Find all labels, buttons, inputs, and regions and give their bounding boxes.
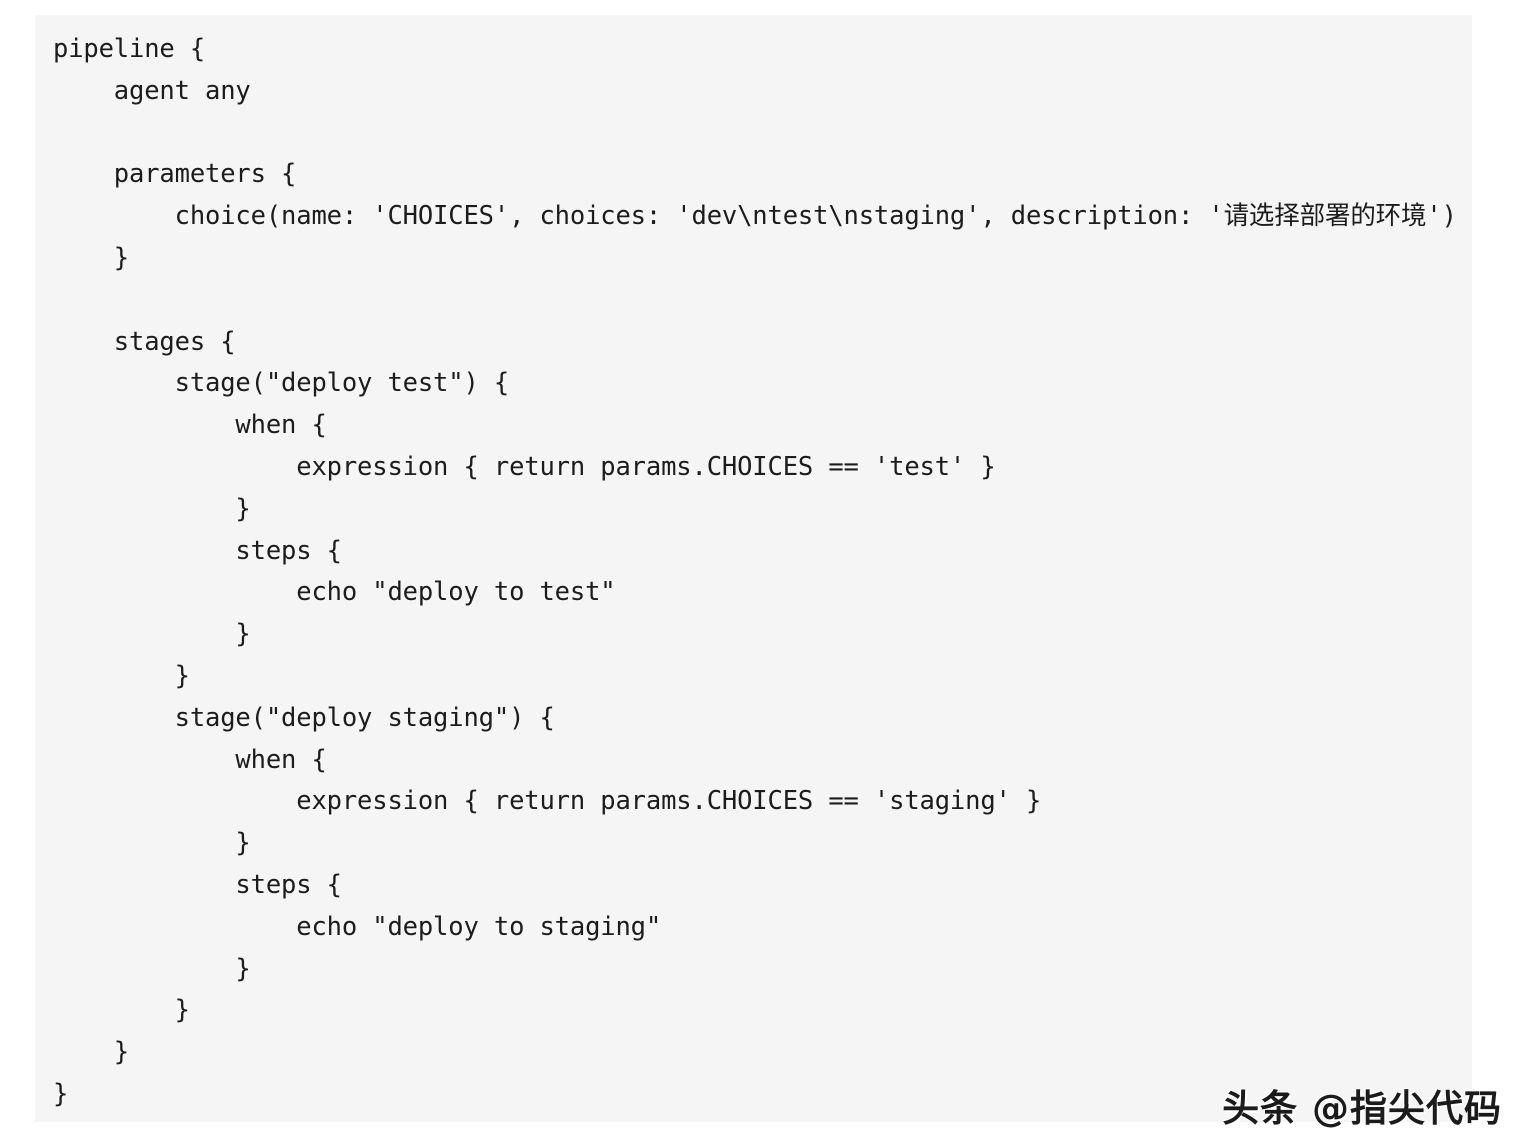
code-line: pipeline {	[53, 34, 206, 64]
code-line: stage("deploy staging") {	[53, 702, 555, 733]
code-line: echo "deploy to test"	[53, 577, 616, 608]
code-line: expression { return params.CHOICES == 't…	[53, 451, 996, 482]
code-line: agent any	[53, 75, 251, 106]
code-line: choice(name: 'CHOICES', choices: 'dev\nt…	[53, 201, 1457, 232]
code-line: }	[53, 242, 130, 273]
code-block-panel: pipeline { agent any parameters { choice…	[35, 15, 1472, 1122]
code-line: when {	[53, 744, 327, 775]
code-line: parameters {	[53, 159, 297, 190]
code-line: steps {	[53, 535, 342, 566]
code-line: }	[53, 1078, 69, 1109]
code-line: }	[53, 619, 251, 650]
code-line: steps {	[53, 869, 342, 900]
code-line: when {	[53, 410, 327, 441]
code-line: }	[53, 493, 251, 524]
code-line: }	[53, 828, 251, 859]
code-line: stages {	[53, 326, 236, 357]
pipeline-code-listing[interactable]: pipeline { agent any parameters { choice…	[53, 29, 1457, 1116]
code-line: expression { return params.CHOICES == 's…	[53, 786, 1042, 817]
code-line: }	[53, 953, 251, 984]
code-line: echo "deploy to staging"	[53, 911, 662, 942]
code-line: stage("deploy test") {	[53, 368, 510, 399]
code-line: }	[53, 660, 190, 691]
code-line: }	[53, 1037, 130, 1068]
code-line: }	[53, 995, 190, 1026]
